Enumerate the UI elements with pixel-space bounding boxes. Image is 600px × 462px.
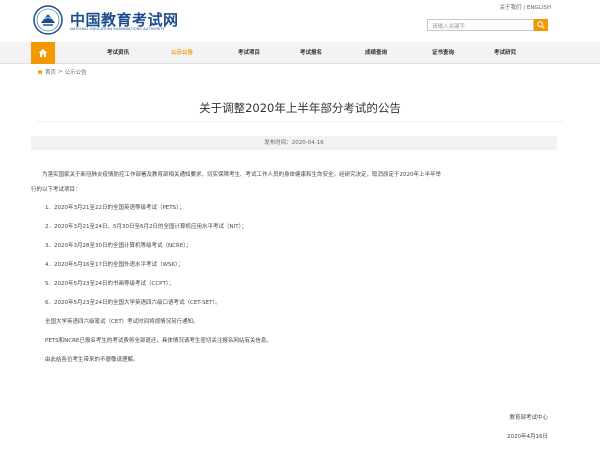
- signature-date: 2020年4月16日: [507, 434, 548, 440]
- breadcrumb-home[interactable]: 首页: [45, 68, 56, 76]
- note-apology: 由此给各位考生带来的不便敬请理解。: [45, 357, 139, 363]
- nav-home-button[interactable]: [31, 42, 55, 64]
- article-title: 关于调整2020年上半年部分考试的公告: [199, 101, 401, 115]
- nav-item-certificate-query[interactable]: 证书查询: [413, 42, 473, 64]
- intro-line-2: 行的以下考试项目：: [31, 187, 81, 193]
- home-icon: [38, 49, 48, 57]
- search-input[interactable]: 请输入关键字: [427, 19, 534, 31]
- nav-item-exam-research[interactable]: 考试研究: [475, 42, 535, 64]
- list-item: 1．2020年3月21至22日的全国英语等级考试（PETS）；: [45, 205, 185, 211]
- logo-subtitle: NATIONAL EDUCATION EXAMINATIONS AUTHORIT…: [70, 27, 165, 31]
- note-cet: 全国大学英语四六级笔试（CET）考试时间将视情况另行通知。: [45, 319, 199, 325]
- publish-time: 发布时间：2020-04-16: [31, 136, 557, 150]
- nav-item-score-query[interactable]: 成绩查询: [346, 42, 406, 64]
- site-header: 中国教育考试网 NATIONAL EDUCATION EXAMINATIONS …: [0, 0, 600, 42]
- list-item: 4．2020年5月16至17日的全国外语水平考试（WSK）；: [45, 262, 184, 268]
- list-item: 5．2020年5月23至24日的书画等级考试（CCPT）；: [45, 281, 175, 287]
- signature-org: 教育部考试中心: [509, 415, 548, 421]
- search-button[interactable]: [534, 19, 548, 31]
- about-link[interactable]: 关于我们: [499, 5, 521, 11]
- search-icon: [537, 21, 545, 29]
- home-icon: [37, 69, 43, 75]
- list-item: 6．2020年5月23至24日的全国大学英语四六级口语考试（CET-SET）。: [45, 300, 221, 306]
- english-link[interactable]: ENGLISH: [527, 5, 551, 11]
- nav-item-announcements[interactable]: 公示公告: [152, 42, 212, 64]
- nav-item-registration[interactable]: 考试报名: [281, 42, 341, 64]
- intro-line-1: 为落实国家关于新冠肺炎疫情防控工作部署及教育部相关通知要求，切实保障考生、考试工…: [42, 172, 442, 178]
- note-refund: PETS和NCRE已报名考生的考试费将全部退还，具体情况请考生密切关注报名网站有…: [45, 338, 272, 344]
- breadcrumb-current[interactable]: 公示公告: [65, 68, 87, 76]
- list-item: 3．2020年3月28至30日的全国计算机等级考试（NCRE）；: [45, 243, 192, 249]
- breadcrumb-separator: >: [58, 69, 63, 75]
- breadcrumb: 首页 > 公示公告: [37, 68, 87, 76]
- top-links: 关于我们 | ENGLISH: [499, 3, 551, 11]
- nav-item-exam-projects[interactable]: 考试项目: [219, 42, 279, 64]
- top-links-separator: |: [523, 5, 526, 11]
- title-divider: [37, 121, 563, 122]
- main-nav: 考试资讯 公示公告 考试项目 考试报名 成绩查询 证书查询 考试研究: [0, 42, 600, 64]
- logo-emblem-icon[interactable]: [33, 5, 63, 35]
- nav-item-exam-news[interactable]: 考试资讯: [88, 42, 148, 64]
- list-item: 2．2020年3月21至24日，5月30日至6月2日的全国计算机应用水平考试（N…: [45, 224, 247, 230]
